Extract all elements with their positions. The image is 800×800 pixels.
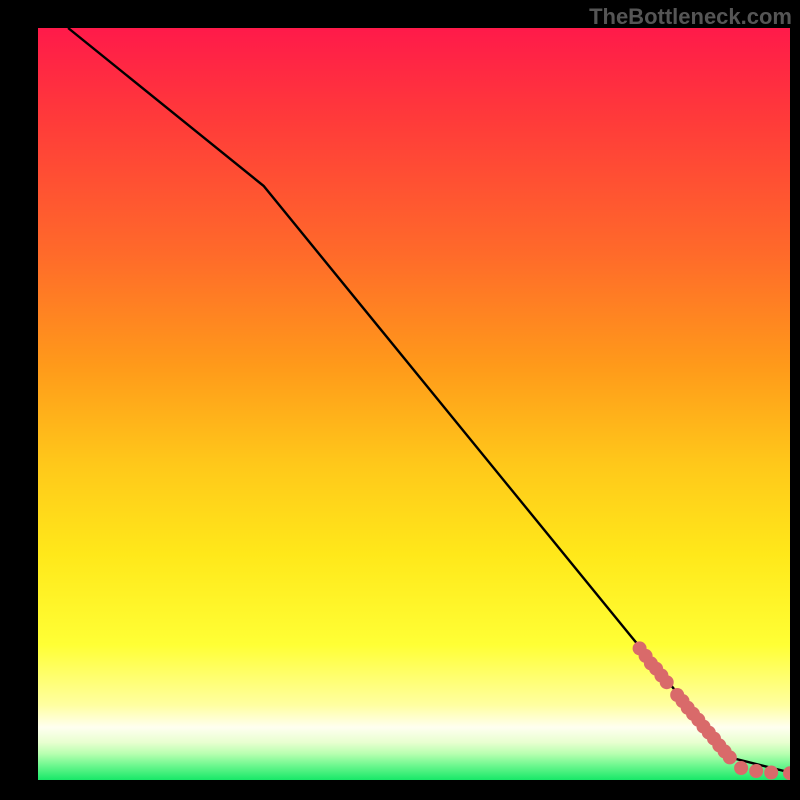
data-point [749, 764, 763, 778]
data-point [660, 675, 674, 689]
data-point [734, 761, 748, 775]
watermark: TheBottleneck.com [589, 4, 792, 30]
data-point [723, 750, 737, 764]
data-point [764, 766, 778, 780]
chart [38, 28, 790, 780]
